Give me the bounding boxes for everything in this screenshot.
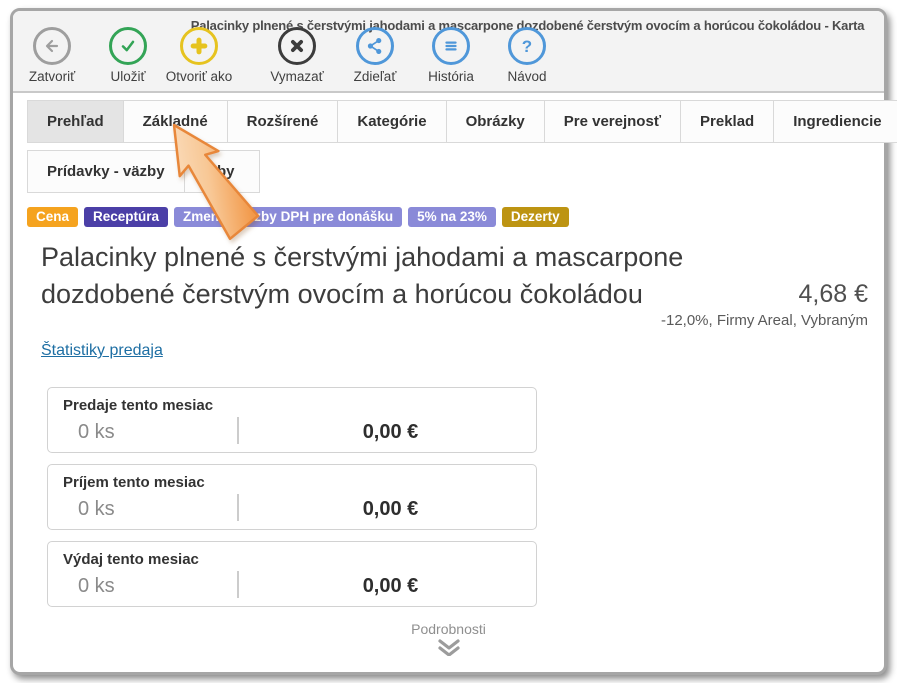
tab-preklad[interactable]: Preklad: [680, 100, 774, 143]
tab-row-primary: Prehľad Základné Rozšírené Kategórie Obr…: [27, 100, 870, 143]
stats-card-title: Predaje tento mesiac: [48, 388, 536, 414]
tab-row-secondary: Prídavky - väzby vby: [27, 150, 870, 193]
tab-vazby-partial[interactable]: vby: [184, 150, 260, 193]
double-chevron-down-icon: [436, 639, 462, 656]
stats-card-income: Príjem tento mesiac 0 ks 0,00 €: [47, 464, 537, 530]
stats-card-title: Výdaj tento mesiac: [48, 542, 536, 568]
badge-dezerty[interactable]: Dezerty: [502, 207, 569, 227]
divider: [237, 417, 239, 444]
badge-receptura[interactable]: Receptúra: [84, 207, 168, 227]
stats-card-quantity: 0 ks: [78, 575, 115, 598]
stats-card-amount: 0,00 €: [333, 421, 448, 444]
check-icon: [109, 27, 147, 65]
stats-card-sales: Predaje tento mesiac 0 ks 0,00 €: [47, 387, 537, 453]
product-price: 4,68 €: [661, 279, 868, 309]
details-label: Podrobnosti: [27, 621, 870, 637]
price-discount-note: -12,0%, Firmy Areal, Vybraným: [661, 312, 868, 329]
plus-icon: [180, 27, 218, 65]
stats-card-quantity: 0 ks: [78, 498, 115, 521]
details-expander[interactable]: Podrobnosti: [27, 621, 870, 656]
stats-card-title: Príjem tento mesiac: [48, 465, 536, 491]
tab-zakladne[interactable]: Základné: [123, 100, 228, 143]
badge-dph-donaska[interactable]: Zmenu sadzby DPH pre donášku: [174, 207, 402, 227]
product-card-window: Palacinky plnené s čerstvými jahodami a …: [10, 8, 887, 675]
stats-card-amount: 0,00 €: [333, 575, 448, 598]
tab-rozsirene[interactable]: Rozšírené: [227, 100, 339, 143]
tab-pridavky-vazby[interactable]: Prídavky - väzby: [27, 150, 185, 193]
toolbar-button-open-as[interactable]: Otvoriť ako: [149, 27, 249, 84]
tag-badges: Cena Receptúra Zmenu sadzby DPH pre doná…: [27, 207, 870, 227]
tab-kategorie[interactable]: Kategórie: [337, 100, 446, 143]
sales-statistics-link[interactable]: Štatistiky predaja: [41, 342, 163, 360]
tab-prehlad[interactable]: Prehľad: [27, 100, 124, 143]
stats-cards: Predaje tento mesiac 0 ks 0,00 € Príjem …: [47, 387, 537, 607]
divider: [237, 494, 239, 521]
tab-obrazky[interactable]: Obrázky: [446, 100, 545, 143]
x-icon: [278, 27, 316, 65]
stats-card-quantity: 0 ks: [78, 421, 115, 444]
stats-card-outcome: Výdaj tento mesiac 0 ks 0,00 €: [47, 541, 537, 607]
tab-ingrediencie[interactable]: Ingrediencie: [773, 100, 897, 143]
divider: [237, 571, 239, 598]
badge-cena[interactable]: Cena: [27, 207, 78, 227]
stats-card-amount: 0,00 €: [333, 498, 448, 521]
share-icon: [356, 27, 394, 65]
question-icon: ?: [508, 27, 546, 65]
back-arrow-icon: [33, 27, 71, 65]
list-icon: [432, 27, 470, 65]
card-content: Prehľad Základné Rozšírené Kategórie Obr…: [13, 100, 884, 656]
toolbar-button-guide[interactable]: ? Návod: [477, 27, 577, 84]
price-block: 4,68 € -12,0%, Firmy Areal, Vybraným: [661, 279, 868, 329]
toolbar: Palacinky plnené s čerstvými jahodami a …: [13, 11, 884, 93]
tab-pre-verejnost[interactable]: Pre verejnosť: [544, 100, 681, 143]
badge-5-na-23[interactable]: 5% na 23%: [408, 207, 496, 227]
